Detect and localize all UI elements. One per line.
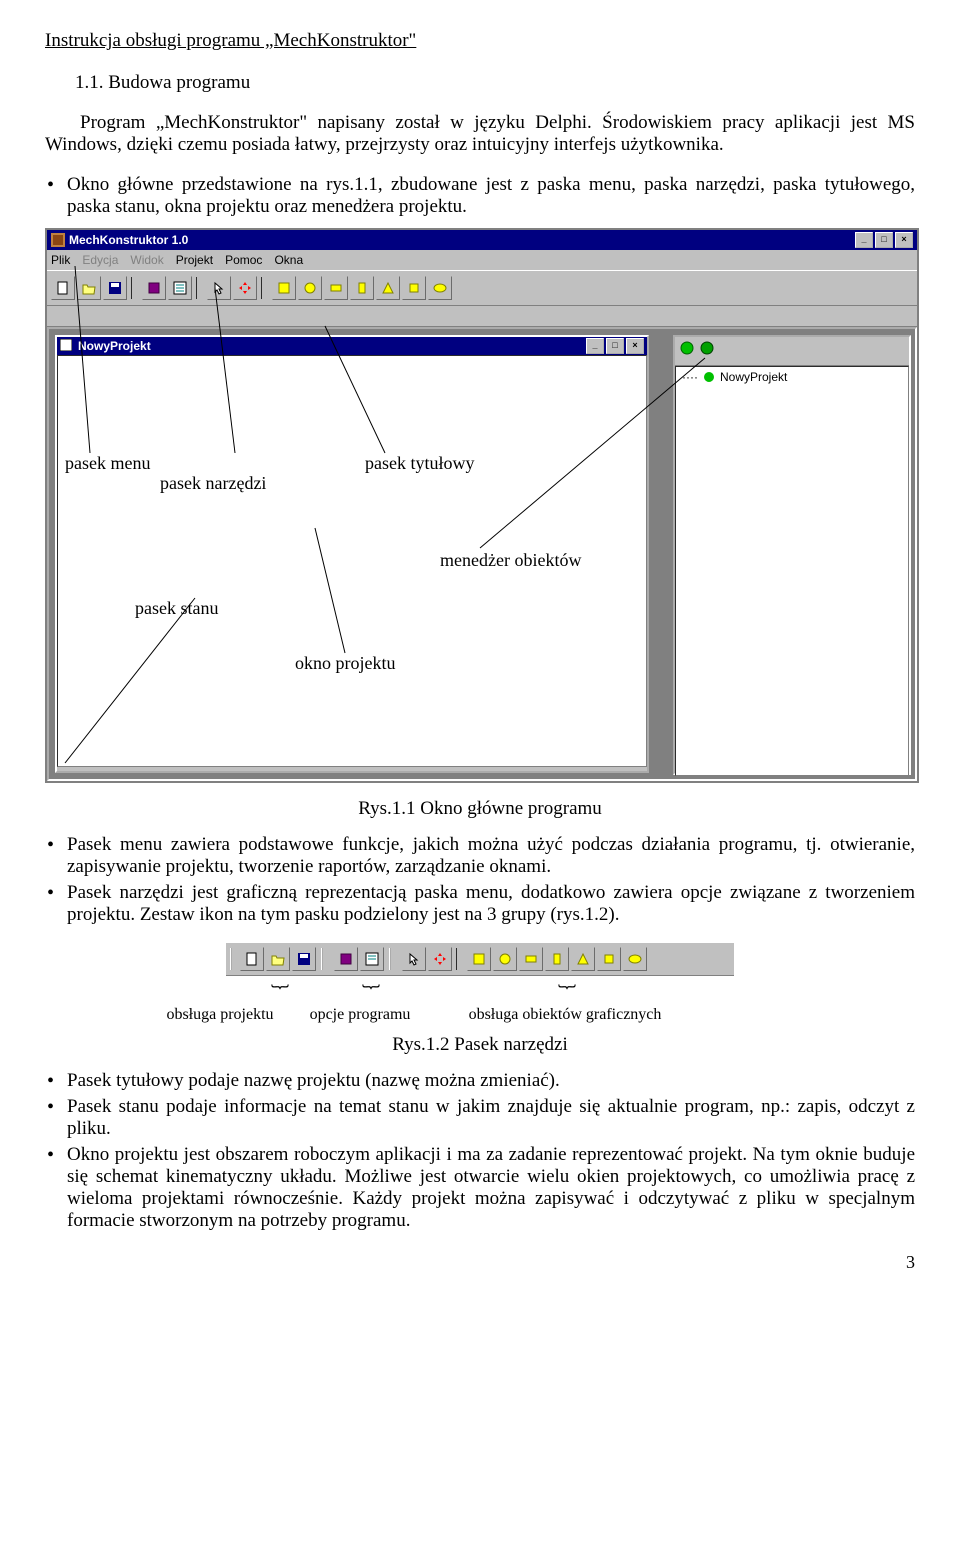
yellow-icon-2[interactable] [298, 276, 322, 300]
yellow-icon-7[interactable] [428, 276, 452, 300]
brace-row: ︸ ︸ ︸ [230, 980, 730, 1006]
bullet-text: Pasek tytułowy podaje nazwę projektu (na… [67, 1070, 560, 1091]
bullet-text: Pasek menu zawiera podstawowe funkcje, j… [67, 834, 915, 877]
bullet-pasek-narzedzi: Pasek narzędzi jest graficzną reprezenta… [45, 882, 915, 926]
object-tree[interactable]: ···· NowyProjekt [675, 366, 909, 776]
save-icon[interactable] [103, 276, 127, 300]
menu-widok[interactable]: Widok [130, 253, 163, 267]
brace-label-c: obsługa obiektów graficznych [425, 1006, 705, 1024]
menu-bar: Plik Edycja Widok Projekt Pomoc Okna [47, 250, 917, 270]
move-icon[interactable] [233, 276, 257, 300]
figure1-caption: Rys.1.1 Okno główne programu [45, 798, 915, 820]
bullet-text: Okno projektu jest obszarem roboczym apl… [67, 1144, 915, 1231]
mgr-icon-2[interactable] [699, 340, 715, 362]
tree-root-item[interactable]: ···· NowyProjekt [682, 370, 902, 384]
menu-edycja[interactable]: Edycja [82, 253, 118, 267]
label-pasek-narzedzi: pasek narzędzi [160, 473, 266, 494]
main-titlebar: MechKonstruktor 1.0 _ □ × [47, 230, 917, 250]
yellow-icon-6[interactable] [402, 276, 426, 300]
tb2-move-icon[interactable] [428, 947, 452, 971]
tb2-open-icon[interactable] [266, 947, 290, 971]
tb2-pointer-icon[interactable] [402, 947, 426, 971]
bullet-text: Pasek stanu podaje informacje na temat s… [67, 1096, 915, 1139]
bullet-text: Okno główne przedstawione na rys.1.1, zb… [67, 174, 915, 217]
tb2-list-icon[interactable] [360, 947, 384, 971]
yellow-icon-5[interactable] [376, 276, 400, 300]
app-window: MechKonstruktor 1.0 _ □ × Plik Edycja Wi… [45, 228, 919, 783]
brace-labels: obsługa projektu opcje programu obsługa … [180, 1006, 780, 1024]
label-pasek-menu: pasek menu [65, 453, 150, 474]
dock-strip [47, 306, 917, 327]
sub-minimize-button[interactable]: _ [586, 338, 604, 354]
open-file-icon[interactable] [77, 276, 101, 300]
bullet-pasek-tytulowy: Pasek tytułowy podaje nazwę projektu (na… [45, 1070, 915, 1092]
doc-icon [60, 339, 74, 353]
book-icon[interactable] [142, 276, 166, 300]
menu-plik[interactable]: Plik [51, 253, 70, 267]
app-icon [51, 233, 65, 247]
label-okno-projektu: okno projektu [295, 653, 396, 674]
sub-titlebar: NowyProjekt _ □ × [57, 337, 647, 355]
main-toolbar [47, 270, 917, 306]
bullet-okno-projektu: Okno projektu jest obszarem roboczym apl… [45, 1144, 915, 1232]
section-number: 1.1. Budowa programu [75, 72, 915, 94]
yellow-icon-4[interactable] [350, 276, 374, 300]
sub-maximize-button[interactable]: □ [606, 338, 624, 354]
page-number: 3 [45, 1252, 915, 1273]
tb2-y2-icon[interactable] [493, 947, 517, 971]
tree-label: NowyProjekt [720, 370, 787, 384]
app-title: MechKonstruktor 1.0 [69, 233, 188, 247]
tb2-y1-icon[interactable] [467, 947, 491, 971]
bullet-text: Pasek narzędzi jest graficzną reprezenta… [67, 882, 915, 925]
yellow-icon-3[interactable] [324, 276, 348, 300]
mgr-icon-1[interactable] [679, 340, 695, 362]
sub-close-button[interactable]: × [626, 338, 644, 354]
bullet-okno-glowne: Okno główne przedstawione na rys.1.1, zb… [45, 174, 915, 218]
doc-header: Instrukcja obsługi programu „MechKonstru… [45, 30, 915, 52]
bullet-pasek-stanu: Pasek stanu podaje informacje na temat s… [45, 1096, 915, 1140]
tb2-book-icon[interactable] [334, 947, 358, 971]
new-file-icon[interactable] [51, 276, 75, 300]
label-pasek-stanu: pasek stanu [135, 598, 218, 619]
label-menedzer: menedżer obiektów [440, 550, 581, 571]
tb2-new-icon[interactable] [240, 947, 264, 971]
tb2-y6-icon[interactable] [597, 947, 621, 971]
tb2-save-icon[interactable] [292, 947, 316, 971]
manager-toolbar [675, 337, 909, 366]
figure2-caption: Rys.1.2 Pasek narzędzi [45, 1034, 915, 1056]
tb2-y3-icon[interactable] [519, 947, 543, 971]
menu-projekt[interactable]: Projekt [176, 253, 213, 267]
tree-node-icon [702, 370, 716, 384]
close-button[interactable]: × [895, 232, 913, 248]
menu-okna[interactable]: Okna [274, 253, 303, 267]
list-icon[interactable] [168, 276, 192, 300]
tb2-y5-icon[interactable] [571, 947, 595, 971]
maximize-button[interactable]: □ [875, 232, 893, 248]
minimize-button[interactable]: _ [855, 232, 873, 248]
toolbar-figure [226, 942, 734, 976]
label-pasek-tytulowy: pasek tytułowy [365, 453, 475, 474]
tb2-y4-icon[interactable] [545, 947, 569, 971]
brace-label-b: opcje programu [295, 1006, 425, 1024]
yellow-icon-1[interactable] [272, 276, 296, 300]
brace-label-a: obsługa projektu [145, 1006, 295, 1024]
bullet-pasek-menu: Pasek menu zawiera podstawowe funkcje, j… [45, 834, 915, 878]
intro-paragraph: Program „MechKonstruktor" napisany zosta… [45, 112, 915, 156]
tb2-y7-icon[interactable] [623, 947, 647, 971]
tree-dash: ···· [682, 370, 698, 384]
menu-pomoc[interactable]: Pomoc [225, 253, 262, 267]
object-manager-panel: ···· NowyProjekt [673, 335, 911, 775]
pointer-icon[interactable] [207, 276, 231, 300]
subwin-title: NowyProjekt [78, 339, 151, 353]
